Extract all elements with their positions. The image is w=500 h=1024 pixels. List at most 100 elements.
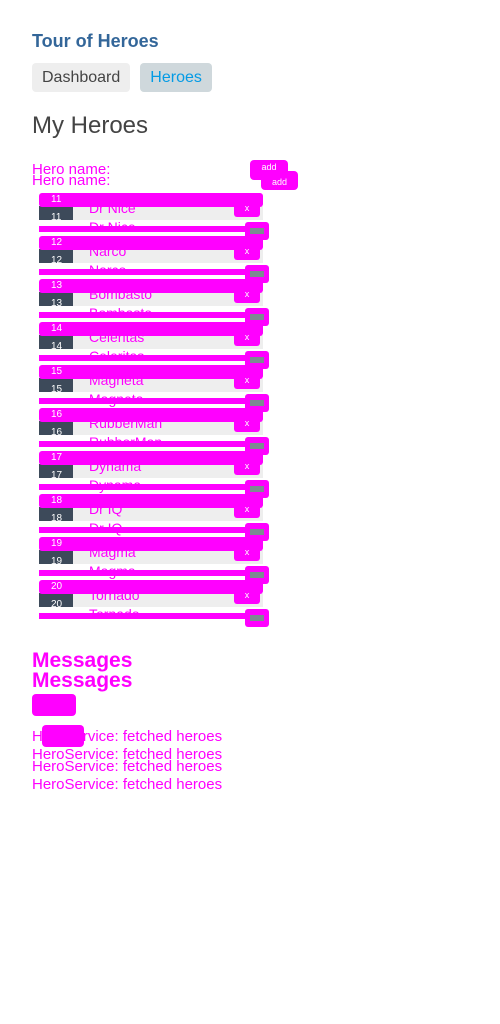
delete-button-chip <box>250 271 264 277</box>
hero-id: 18 <box>51 495 63 506</box>
hero-id: 14 <box>51 323 63 334</box>
delete-hero-button[interactable]: x <box>234 586 260 604</box>
message-item: HeroService: fetched heroes <box>32 776 223 793</box>
hero-id-duplicate: 19 <box>51 556 63 567</box>
hero-id-duplicate: 15 <box>51 384 63 395</box>
message-item: HeroService: fetched heroes <box>32 728 223 745</box>
hero-name-duplicate[interactable]: Dynama <box>89 478 141 492</box>
hero-list-item[interactable]: 20 Tornado 20 Tornado x <box>39 580 269 627</box>
hero-list-item[interactable]: 15 Magneta 15 Magneta x <box>39 365 269 412</box>
hero-row-highlight <box>39 580 263 594</box>
messages-title-duplicate: Messages <box>32 669 133 692</box>
app-title: Tour of Heroes <box>32 31 159 51</box>
hero-name-duplicate[interactable]: Magneta <box>89 392 143 406</box>
hero-list-item[interactable]: 19 Magma 19 Magma x <box>39 537 269 584</box>
hero-id-duplicate: 17 <box>51 470 63 481</box>
hero-list-item[interactable]: 16 RubberMan 16 RubberMan x <box>39 408 269 455</box>
hero-list-item[interactable]: 14 Celeritas 14 Celeritas x <box>39 322 269 369</box>
delete-hero-button[interactable]: x <box>234 414 260 432</box>
delete-hero-button[interactable]: x <box>234 199 260 217</box>
hero-list-item[interactable]: 17 Dynama 17 Dynama x <box>39 451 269 498</box>
hero-name[interactable]: Dynama <box>89 459 141 473</box>
hero-id: 15 <box>51 366 63 377</box>
messages-title: Messages <box>32 649 133 672</box>
hero-name[interactable]: Magneta <box>89 373 143 387</box>
hero-name-duplicate[interactable]: Dr IQ <box>89 521 122 535</box>
hero-row-underline <box>39 613 263 619</box>
hero-id-duplicate: 20 <box>51 599 63 610</box>
hero-list-item[interactable]: 13 Bombasto 13 Bombasto x <box>39 279 269 326</box>
hero-row-highlight <box>39 322 263 336</box>
hero-row-highlight <box>39 236 263 250</box>
message-item: HeroService: fetched heroes <box>32 758 223 775</box>
hero-name[interactable]: Dr IQ <box>89 502 122 516</box>
hero-name-duplicate[interactable]: Celeritas <box>89 349 144 363</box>
delete-hero-button-duplicate[interactable] <box>245 609 269 627</box>
hero-row-underline <box>39 269 263 275</box>
hero-row-highlight <box>39 193 263 207</box>
delete-button-chip <box>250 357 264 363</box>
hero-row-highlight <box>39 494 263 508</box>
hero-name-duplicate[interactable]: Narco <box>89 263 126 277</box>
delete-hero-button[interactable]: x <box>234 500 260 518</box>
hero-row-underline <box>39 226 263 232</box>
hero-row-highlight <box>39 537 263 551</box>
hero-name-duplicate[interactable]: Dr Nice <box>89 220 136 234</box>
delete-button-chip <box>250 529 264 535</box>
hero-row-underline <box>39 484 263 490</box>
hero-name[interactable]: Tornado <box>89 588 140 602</box>
hero-list-item[interactable]: 11 Dr Nice 11 Dr Nice x <box>39 193 269 240</box>
delete-hero-button[interactable]: x <box>234 457 260 475</box>
hero-id-duplicate: 13 <box>51 298 63 309</box>
delete-hero-button[interactable]: x <box>234 242 260 260</box>
delete-hero-button[interactable]: x <box>234 328 260 346</box>
hero-list-item[interactable]: 18 Dr IQ 18 Dr IQ x <box>39 494 269 541</box>
add-button-label-duplicate: add <box>271 177 288 187</box>
clear-messages-button[interactable] <box>32 694 76 716</box>
hero-row-underline <box>39 355 263 361</box>
hero-name[interactable]: Magma <box>89 545 136 559</box>
hero-name[interactable]: Bombasto <box>89 287 152 301</box>
hero-id-duplicate: 11 <box>51 212 62 223</box>
hero-row-underline <box>39 527 263 533</box>
hero-row-highlight <box>39 365 263 379</box>
hero-id-duplicate: 12 <box>51 255 63 266</box>
delete-button-chip <box>250 314 264 320</box>
nav-dashboard-link[interactable]: Dashboard <box>32 63 131 92</box>
hero-name[interactable]: Dr Nice <box>89 201 136 215</box>
main-nav: Dashboard Heroes <box>32 63 222 92</box>
hero-name-duplicate[interactable]: Magma <box>89 564 136 578</box>
hero-name-duplicate[interactable]: Tornado <box>89 607 140 621</box>
hero-id: 12 <box>51 237 63 248</box>
hero-id: 11 <box>51 194 62 205</box>
delete-button-chip <box>250 443 264 449</box>
delete-button-chip <box>250 615 264 621</box>
hero-row-underline <box>39 570 263 576</box>
hero-name[interactable]: Celeritas <box>89 330 144 344</box>
hero-name-duplicate[interactable]: Bombasto <box>89 306 152 320</box>
hero-name[interactable]: RubberMan <box>89 416 162 430</box>
hero-id-duplicate: 16 <box>51 427 63 438</box>
delete-hero-button[interactable]: x <box>234 285 260 303</box>
hero-row-highlight <box>39 451 263 465</box>
heroes-list: 11 Dr Nice 11 Dr Nice x 12 Narco 12 Narco x 13 Bomb… <box>39 193 271 636</box>
nav-heroes-link[interactable]: Heroes <box>140 63 212 92</box>
hero-id-duplicate: 14 <box>51 341 63 352</box>
add-hero-button-duplicate[interactable]: add <box>261 171 298 190</box>
hero-row-underline <box>39 398 263 404</box>
hero-id-duplicate: 18 <box>51 513 63 524</box>
hero-name-duplicate[interactable]: RubberMan <box>89 435 162 449</box>
hero-id: 13 <box>51 280 63 291</box>
hero-id: 19 <box>51 538 63 549</box>
delete-hero-button[interactable]: x <box>234 371 260 389</box>
delete-button-chip <box>250 486 264 492</box>
page-heading: My Heroes <box>32 112 149 139</box>
hero-id: 20 <box>51 581 63 592</box>
delete-hero-button[interactable]: x <box>234 543 260 561</box>
hero-id: 16 <box>51 409 63 420</box>
hero-id: 17 <box>51 452 63 463</box>
delete-button-chip <box>250 400 264 406</box>
hero-name[interactable]: Narco <box>89 244 126 258</box>
hero-list-item[interactable]: 12 Narco 12 Narco x <box>39 236 269 283</box>
delete-button-chip <box>250 228 264 234</box>
